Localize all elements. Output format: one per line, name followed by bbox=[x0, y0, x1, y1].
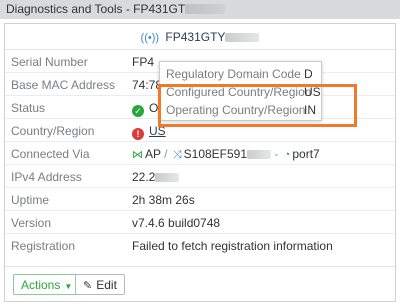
annotation-highlight-box bbox=[158, 84, 357, 127]
base-mac-label: Base MAC Address bbox=[11, 78, 116, 92]
error-circle-icon: ! bbox=[132, 128, 144, 140]
check-circle-icon: ✓ bbox=[132, 105, 144, 117]
row-ipv4: IPv4 Address 22.2 bbox=[5, 165, 395, 188]
access-point-icon: ⋈ bbox=[132, 149, 143, 161]
window-title: Diagnostics and Tools - FP431GT bbox=[6, 2, 186, 16]
wireless-signal-icon: ((•)) bbox=[140, 32, 160, 44]
country-region-label: Country/Region bbox=[11, 124, 95, 138]
window-title-bar: Diagnostics and Tools - FP431GT bbox=[0, 0, 400, 19]
row-uptime: Uptime 2h 38m 26s bbox=[5, 188, 395, 211]
actions-label: Actions bbox=[21, 278, 61, 292]
tooltip-value: D bbox=[304, 67, 313, 81]
ipv4-label: IPv4 Address bbox=[11, 170, 82, 184]
redacted-text bbox=[185, 4, 226, 14]
separator: - bbox=[274, 147, 279, 161]
panel-footer: Actions ▼ ✎ Edit bbox=[5, 266, 395, 302]
redacted-text bbox=[247, 150, 272, 159]
switch-icon: ⤨ bbox=[172, 149, 182, 161]
redacted-text bbox=[155, 173, 180, 182]
redacted-text bbox=[225, 33, 260, 42]
row-registration: Registration Failed to fetch registratio… bbox=[5, 234, 395, 257]
switch-name[interactable]: S108EF591 bbox=[184, 147, 247, 161]
ap-text: AP bbox=[145, 147, 161, 161]
connected-via-label: Connected Via bbox=[11, 147, 90, 161]
port-icon: ◔ bbox=[283, 149, 291, 161]
serial-number-value: FP4 bbox=[132, 55, 155, 69]
registration-label: Registration bbox=[11, 239, 76, 253]
serial-number-label: Serial Number bbox=[11, 55, 88, 69]
edit-label: Edit bbox=[96, 278, 117, 292]
status-label: Status bbox=[11, 101, 46, 115]
edit-button[interactable]: ✎ Edit bbox=[75, 274, 125, 295]
ipv4-text: 22.2 bbox=[132, 170, 156, 184]
registration-value: Failed to fetch registration information bbox=[132, 239, 333, 253]
version-label: Version bbox=[11, 216, 52, 230]
pencil-icon: ✎ bbox=[83, 280, 93, 292]
row-connected-via: Connected Via ⋈ AP / ⤨ S108EF591 - ◔ port7 bbox=[5, 142, 395, 165]
ipv4-value: 22.2 bbox=[132, 170, 180, 184]
device-header: ((•)) FP431GTY bbox=[5, 24, 395, 50]
separator: / bbox=[164, 147, 168, 161]
actions-button[interactable]: Actions ▼ bbox=[13, 274, 81, 295]
version-value: v7.4.6 build0748 bbox=[132, 216, 221, 230]
uptime-label: Uptime bbox=[11, 193, 50, 207]
device-name: FP431GTY bbox=[165, 30, 226, 44]
status-value: ✓ O bbox=[132, 101, 158, 117]
connected-via-value: ⋈ AP / ⤨ S108EF591 - ◔ port7 bbox=[132, 147, 320, 162]
status-text: O bbox=[149, 101, 159, 115]
uptime-value: 2h 38m 26s bbox=[132, 193, 195, 207]
caret-down-icon: ▼ bbox=[64, 282, 73, 291]
port-name[interactable]: port7 bbox=[292, 147, 319, 161]
tooltip-row-regulatory-domain: Regulatory Domain Code D bbox=[166, 67, 318, 81]
tooltip-label: Regulatory Domain Code bbox=[166, 67, 301, 81]
row-version: Version v7.4.6 build0748 bbox=[5, 211, 395, 234]
